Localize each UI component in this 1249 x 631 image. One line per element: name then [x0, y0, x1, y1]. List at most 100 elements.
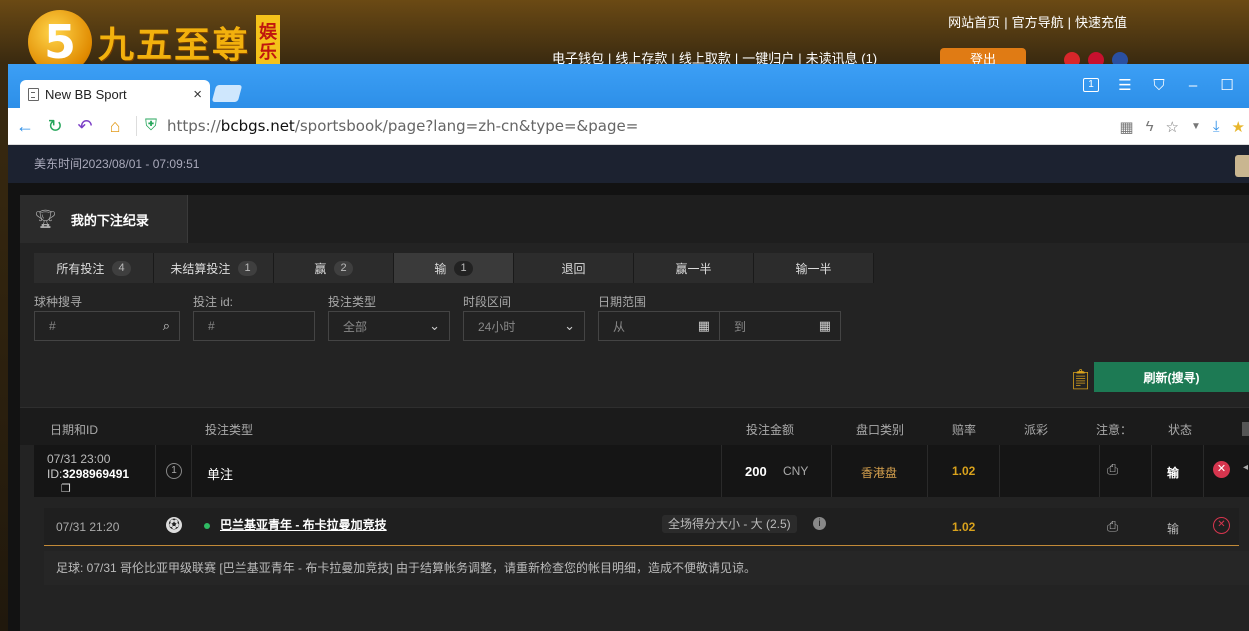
top-link-nav[interactable]: 官方导航 — [1008, 15, 1068, 30]
trophy-icon: 🏆︎ — [34, 208, 57, 229]
bet-type-select[interactable]: 全部 ⌄ — [328, 311, 450, 341]
logo-badge-char: 乐 — [259, 42, 278, 62]
replay-icon[interactable]: ⎙ — [1107, 518, 1118, 535]
bet-history-panel: 🏆︎ 我的下注纪录 所有投注 4 未结算投注 1 赢2 输1 退回 赢一半 输一半 … — [20, 195, 1249, 631]
browser-tab[interactable]: New BB Sport × — [20, 80, 210, 108]
skin-icon[interactable]: ⛉ — [1151, 77, 1167, 94]
select-all-checkbox[interactable] — [1242, 422, 1249, 436]
qr-code-icon[interactable]: ▦ — [1119, 118, 1133, 136]
calendar-icon[interactable]: ▦ — [819, 318, 831, 334]
bet-id-prefix: ID: — [47, 467, 63, 481]
tab-all-bets[interactable]: 所有投注 4 — [34, 253, 154, 283]
lost-x-icon: ✕ — [1213, 461, 1230, 478]
bet-odds: 1.02 — [952, 464, 976, 478]
selection-odds: 1.02 — [952, 520, 976, 534]
match-link[interactable]: 巴兰基亚青年 - 布卡拉曼加竞技 — [220, 516, 387, 533]
address-bar: ← ↻ ↶ ⌂ ⛨ https://bcbgs.net/sportsbook/p… — [8, 108, 1249, 145]
bet-type-cell — [192, 445, 722, 497]
table-header: 日期和ID 投注类型 投注金额 盘口类别 赔率 派彩 注意： 状态 — [20, 407, 1249, 445]
clipboard-icon[interactable]: 📋︎ — [1068, 367, 1093, 392]
bet-id-input[interactable]: # — [193, 311, 315, 341]
close-tab-icon[interactable]: × — [193, 86, 202, 103]
sport-search-input[interactable]: # ⌕ — [34, 311, 180, 341]
col-notes: 注意： — [1096, 423, 1133, 437]
replay-icon[interactable]: ⎙ — [1107, 461, 1118, 478]
chevron-down-icon: ⌄ — [429, 318, 440, 333]
refresh-search-button[interactable]: 刷新(搜寻) — [1094, 362, 1249, 392]
search-icon[interactable]: ⌕ — [163, 318, 170, 334]
tab-refunded[interactable]: 退回 — [514, 253, 634, 283]
page-icon — [28, 87, 39, 101]
bet-type-label: 投注类型 — [328, 295, 377, 309]
maximize-icon[interactable]: ☐ — [1219, 76, 1235, 94]
lightning-icon[interactable]: ϟ — [1146, 118, 1154, 135]
tab-lost[interactable]: 输1 — [394, 253, 514, 283]
reload-icon[interactable]: ↻ — [42, 116, 68, 137]
col-amount: 投注金额 — [746, 423, 795, 437]
settlement-notice: 足球: 07/31 哥伦比亚甲级联赛 [巴兰基亚青年 - 布卡拉曼加竞技] 由于… — [44, 551, 1249, 585]
panel-header: 🏆︎ 我的下注纪录 — [20, 195, 1249, 243]
copy-icon[interactable]: ❐ — [61, 482, 71, 495]
sport-search-label: 球种搜寻 — [34, 295, 83, 309]
tab-count: 2 — [334, 260, 353, 276]
secure-shield-icon[interactable]: ⛨ — [145, 117, 157, 135]
title-bar: New BB Sport × 1 ☰ ⛉ – ☐ — [8, 64, 1249, 108]
tab-unsettled[interactable]: 未结算投注 1 — [154, 253, 274, 283]
market-type: 香港盘 — [861, 466, 898, 480]
calendar-icon[interactable]: ▦ — [698, 318, 710, 334]
new-tab-button[interactable] — [211, 85, 243, 102]
selection-row: 07/31 21:20 ⚽︎ 巴兰基亚青年 - 布卡拉曼加竞技 全场得分大小 -… — [44, 508, 1239, 546]
tab-label: 所有投注 — [56, 261, 105, 276]
col-status: 状态 — [1168, 423, 1193, 437]
url-host: bcbgs.net — [220, 117, 295, 135]
divider — [136, 116, 137, 136]
chevron-down-icon[interactable]: ▼ — [1191, 121, 1201, 132]
period-select[interactable]: 24小时 ⌄ — [463, 311, 585, 341]
bet-currency: CNY — [783, 464, 809, 478]
live-dot-icon — [204, 523, 210, 529]
logo-badge-char: 娱 — [259, 22, 278, 42]
tab-won[interactable]: 赢2 — [274, 253, 394, 283]
date-to-input[interactable]: 到 ▦ — [719, 311, 841, 341]
bet-id-label: 投注 id: — [193, 295, 234, 309]
tab-half-lost[interactable]: 输一半 — [754, 253, 874, 283]
logo-badge-text: 娱乐 — [259, 22, 277, 62]
bet-type-value: 全部 — [343, 319, 368, 334]
filter-tabs: 所有投注 4 未结算投注 1 赢2 输1 退回 赢一半 输一半 — [34, 253, 874, 283]
home-icon[interactable]: ⌂ — [102, 116, 128, 137]
info-icon[interactable]: i — [813, 517, 826, 530]
top-link-recharge[interactable]: 快速充值 — [1071, 15, 1131, 30]
chevron-left-icon[interactable]: ◂ — [1243, 462, 1248, 473]
selection-status: 输 — [1167, 522, 1180, 536]
date-from-input[interactable]: 从 ▦ — [598, 311, 720, 341]
selection-count-badge[interactable]: 1 — [166, 463, 182, 479]
bet-status: 输 — [1167, 466, 1180, 480]
col-payout: 派彩 — [1024, 423, 1049, 437]
bet-id: ID:3298969491 — [47, 467, 129, 481]
menu-icon[interactable]: ☰ — [1117, 76, 1133, 94]
side-handle[interactable] — [1235, 155, 1249, 177]
date-from-placeholder: 从 — [613, 319, 626, 334]
bookmark-star-icon[interactable]: ☆ — [1166, 118, 1179, 136]
selection-pick: 全场得分大小 - 大 (2.5) — [662, 515, 797, 533]
undo-icon[interactable]: ↶ — [72, 116, 98, 137]
download-icon[interactable]: ⤓ — [1213, 118, 1220, 135]
favorites-icon[interactable]: ★ — [1232, 118, 1245, 136]
minimize-icon[interactable]: – — [1185, 77, 1201, 94]
panel-header-tab[interactable]: 🏆︎ 我的下注纪录 — [20, 195, 188, 243]
tab-count: 4 — [112, 260, 131, 276]
bet-id-value: 3298969491 — [62, 467, 130, 481]
time-bar: 美东时间2023/08/01 - 07:09:51 — [8, 145, 1249, 183]
tab-label: 赢 — [314, 261, 327, 276]
window-count-icon[interactable]: 1 — [1083, 78, 1099, 92]
col-date-id: 日期和ID — [50, 423, 99, 437]
tab-count: 1 — [238, 260, 257, 276]
bet-amount: 200 — [745, 464, 767, 479]
tab-title: New BB Sport — [45, 86, 127, 102]
tab-half-won[interactable]: 赢一半 — [634, 253, 754, 283]
top-link-home[interactable]: 网站首页 — [944, 15, 1004, 30]
back-arrow-icon[interactable]: ← — [12, 116, 38, 137]
url-field[interactable]: https://bcbgs.net/sportsbook/page?lang=z… — [167, 117, 638, 135]
eastern-time-label: 美东时间2023/08/01 - 07:09:51 — [34, 157, 200, 171]
col-odds: 赔率 — [952, 423, 977, 437]
